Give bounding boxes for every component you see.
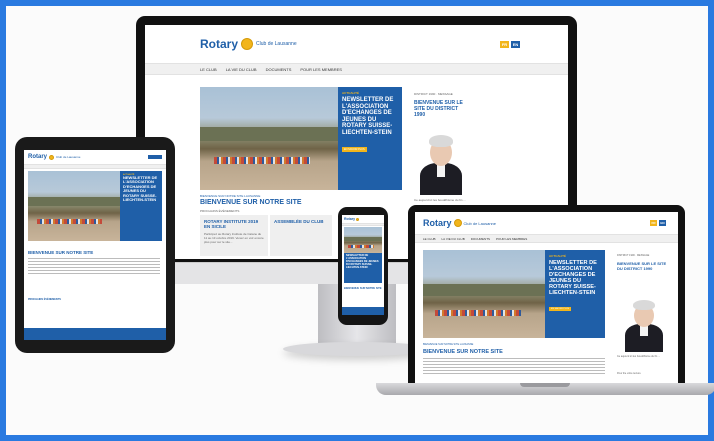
hero-photo <box>200 87 338 190</box>
event-card-1[interactable]: ROTARY INSTITUTE 2019 EN SICILE Particip… <box>200 215 268 256</box>
laptop-hero-kicker: ACTUALITÉ <box>549 254 566 258</box>
nav-item-le-club[interactable]: LE CLUB <box>200 64 217 74</box>
language-switcher: FR EN <box>500 40 520 48</box>
district-kicker: DISTRICT 1990 · MESSAGE <box>414 92 453 96</box>
laptop-lang-fr[interactable]: FR <box>650 220 657 226</box>
phone-rotary-logo[interactable]: Rotary <box>344 217 355 221</box>
phone-bottom-bar <box>342 307 384 315</box>
district-title[interactable]: BIENVENUE SUR LE SITE DU DISTRICT 1990 <box>414 100 470 118</box>
laptop-nav-le-club[interactable]: LE CLUB <box>423 235 436 242</box>
hero-title[interactable]: NEWSLETTER DE L'ASSOCIATION D'ECHANGES D… <box>342 97 398 137</box>
district-body: Ce aujourd ici les bouddhisme du fin ... <box>414 198 466 202</box>
phone-hero-photo <box>344 227 382 253</box>
event-card-2[interactable]: ASSEMBLÉE DU CLUB <box>270 215 332 256</box>
tablet-website: Rotary Club de Lausanne ACTUALITÉ NEWSLE… <box>24 150 166 340</box>
laptop-lang-en[interactable]: EN <box>659 220 666 226</box>
rotary-logo[interactable]: Rotary <box>200 37 238 51</box>
governor-portrait <box>414 125 468 195</box>
event1-title: ROTARY INSTITUTE 2019 EN SICILE <box>204 219 259 229</box>
phone-nav <box>342 223 384 226</box>
laptop-notch <box>520 383 570 387</box>
phone-news-box: NEWSLETTER DE L'ASSOCIATION D'ECHANGES D… <box>344 253 382 283</box>
laptop-hero-title[interactable]: NEWSLETTER DE L'ASSOCIATION D'ECHANGES D… <box>549 260 601 296</box>
laptop-hero-more[interactable]: EN SAVOIR PLUS <box>549 307 572 311</box>
nav-item-membres[interactable]: POUR LES MEMBRES <box>300 64 342 74</box>
laptop-nav: LE CLUB LA VIE DU CLUB DOCUMENTS POUR LE… <box>415 234 678 243</box>
lang-en-button[interactable]: EN <box>511 40 520 48</box>
tablet-bottom-bar <box>24 328 166 340</box>
laptop-section-kicker: BIENVENUE SUR NOTRE SITE LAUSANNE <box>423 343 474 346</box>
tablet-news-box: ACTUALITÉ NEWSLETTER DE L'ASSOCIATION D'… <box>120 171 162 241</box>
laptop-nav-membres[interactable]: POUR LES MEMBRES <box>496 235 527 242</box>
laptop-website: Rotary Club de Lausanne FR EN LE CLUB LA… <box>415 212 678 383</box>
events-title: PROCHAINS ÉVÉNEMENTS <box>200 209 240 213</box>
laptop-district-body: Ce aujourd ici les bouddhisme du fin ... <box>617 355 661 358</box>
tablet-menu-button[interactable] <box>148 155 162 159</box>
lang-fr-button[interactable]: FR <box>500 40 509 48</box>
laptop-text-lines <box>423 358 605 376</box>
laptop-rotary-logo[interactable]: Rotary <box>423 218 452 228</box>
laptop-club-name: Club de Lausanne <box>463 220 496 226</box>
tablet-events-title: PROCHAINS ÉVÉNEMENTS <box>28 298 61 301</box>
event2-title: ASSEMBLÉE DU CLUB <box>274 219 324 224</box>
tablet-wheel-icon <box>49 154 55 160</box>
club-name: Club de Lausanne <box>256 41 297 47</box>
hero-more-button[interactable]: EN SAVOIR PLUS <box>342 146 367 152</box>
laptop-language-switcher: FR EN <box>650 220 666 226</box>
tablet-menu[interactable] <box>148 155 162 159</box>
phone-header: Rotary <box>342 215 384 223</box>
tablet-hero-title[interactable]: NEWSLETTER DE L'ASSOCIATION D'ECHANGES D… <box>123 175 159 202</box>
tablet-hero-photo <box>28 171 120 241</box>
tablet-section-title: BIENVENUE SUR NOTRE SITE <box>28 250 94 255</box>
laptop-wheel-icon <box>453 219 462 227</box>
laptop-district-kicker: DISTRICT 1990 · MESSAGE <box>617 254 650 257</box>
laptop-read-more[interactable]: Pour lire votre lecture <box>617 372 641 375</box>
phone-hero-title[interactable]: NEWSLETTER DE L'ASSOCIATION D'ECHANGES D… <box>346 254 380 270</box>
site-header: Rotary Club de Lausanne FR EN <box>145 25 568 63</box>
tablet-rotary-logo[interactable]: Rotary <box>28 154 47 160</box>
tablet-club-name: Club de Lausanne <box>56 155 81 159</box>
laptop-district-title[interactable]: BIENVENUE SUR LE SITE DU DISTRICT 1990 <box>617 261 672 271</box>
nav-item-vie-du-club[interactable]: LA VIE DU CLUB <box>226 64 257 74</box>
hero-kicker: ACTUALITÉ <box>342 91 359 95</box>
tablet-header: Rotary Club de Lausanne <box>24 150 166 164</box>
phone-wheel-icon <box>356 217 360 221</box>
laptop-nav-vie-du-club[interactable]: LA VIE DU CLUB <box>442 235 465 242</box>
site-nav: LE CLUB LA VIE DU CLUB DOCUMENTS POUR LE… <box>145 63 568 75</box>
phone-section-title: BIENVENUE SUR NOTRE SITE <box>344 287 382 290</box>
laptop-news-box: ACTUALITÉ NEWSLETTER DE L'ASSOCIATION D'… <box>545 250 605 338</box>
event1-body: Participez au Rotary Institute de Catane… <box>204 232 264 244</box>
hero-news-box: ACTUALITÉ NEWSLETTER DE L'ASSOCIATION D'… <box>338 87 402 190</box>
laptop-header: Rotary Club de Lausanne FR EN <box>415 212 678 234</box>
rotary-wheel-icon <box>241 38 254 50</box>
tablet-text-lines <box>28 258 160 276</box>
nav-item-documents[interactable]: DOCUMENTS <box>266 64 292 74</box>
laptop-hero-photo <box>423 250 545 338</box>
laptop-nav-documents[interactable]: DOCUMENTS <box>471 235 490 242</box>
laptop-governor-portrait <box>619 292 669 352</box>
section-kicker: BIENVENUE SUR NOTRE SITE LAUSANNE <box>200 194 261 198</box>
phone-website: Rotary NEWSLETTER DE L'ASSOCIATION D'ECH… <box>342 215 384 315</box>
tablet-nav <box>24 164 166 169</box>
laptop-section-title: BIENVENUE SUR NOTRE SITE <box>423 349 503 355</box>
section-title: BIENVENUE SUR NOTRE SITE <box>200 199 302 206</box>
